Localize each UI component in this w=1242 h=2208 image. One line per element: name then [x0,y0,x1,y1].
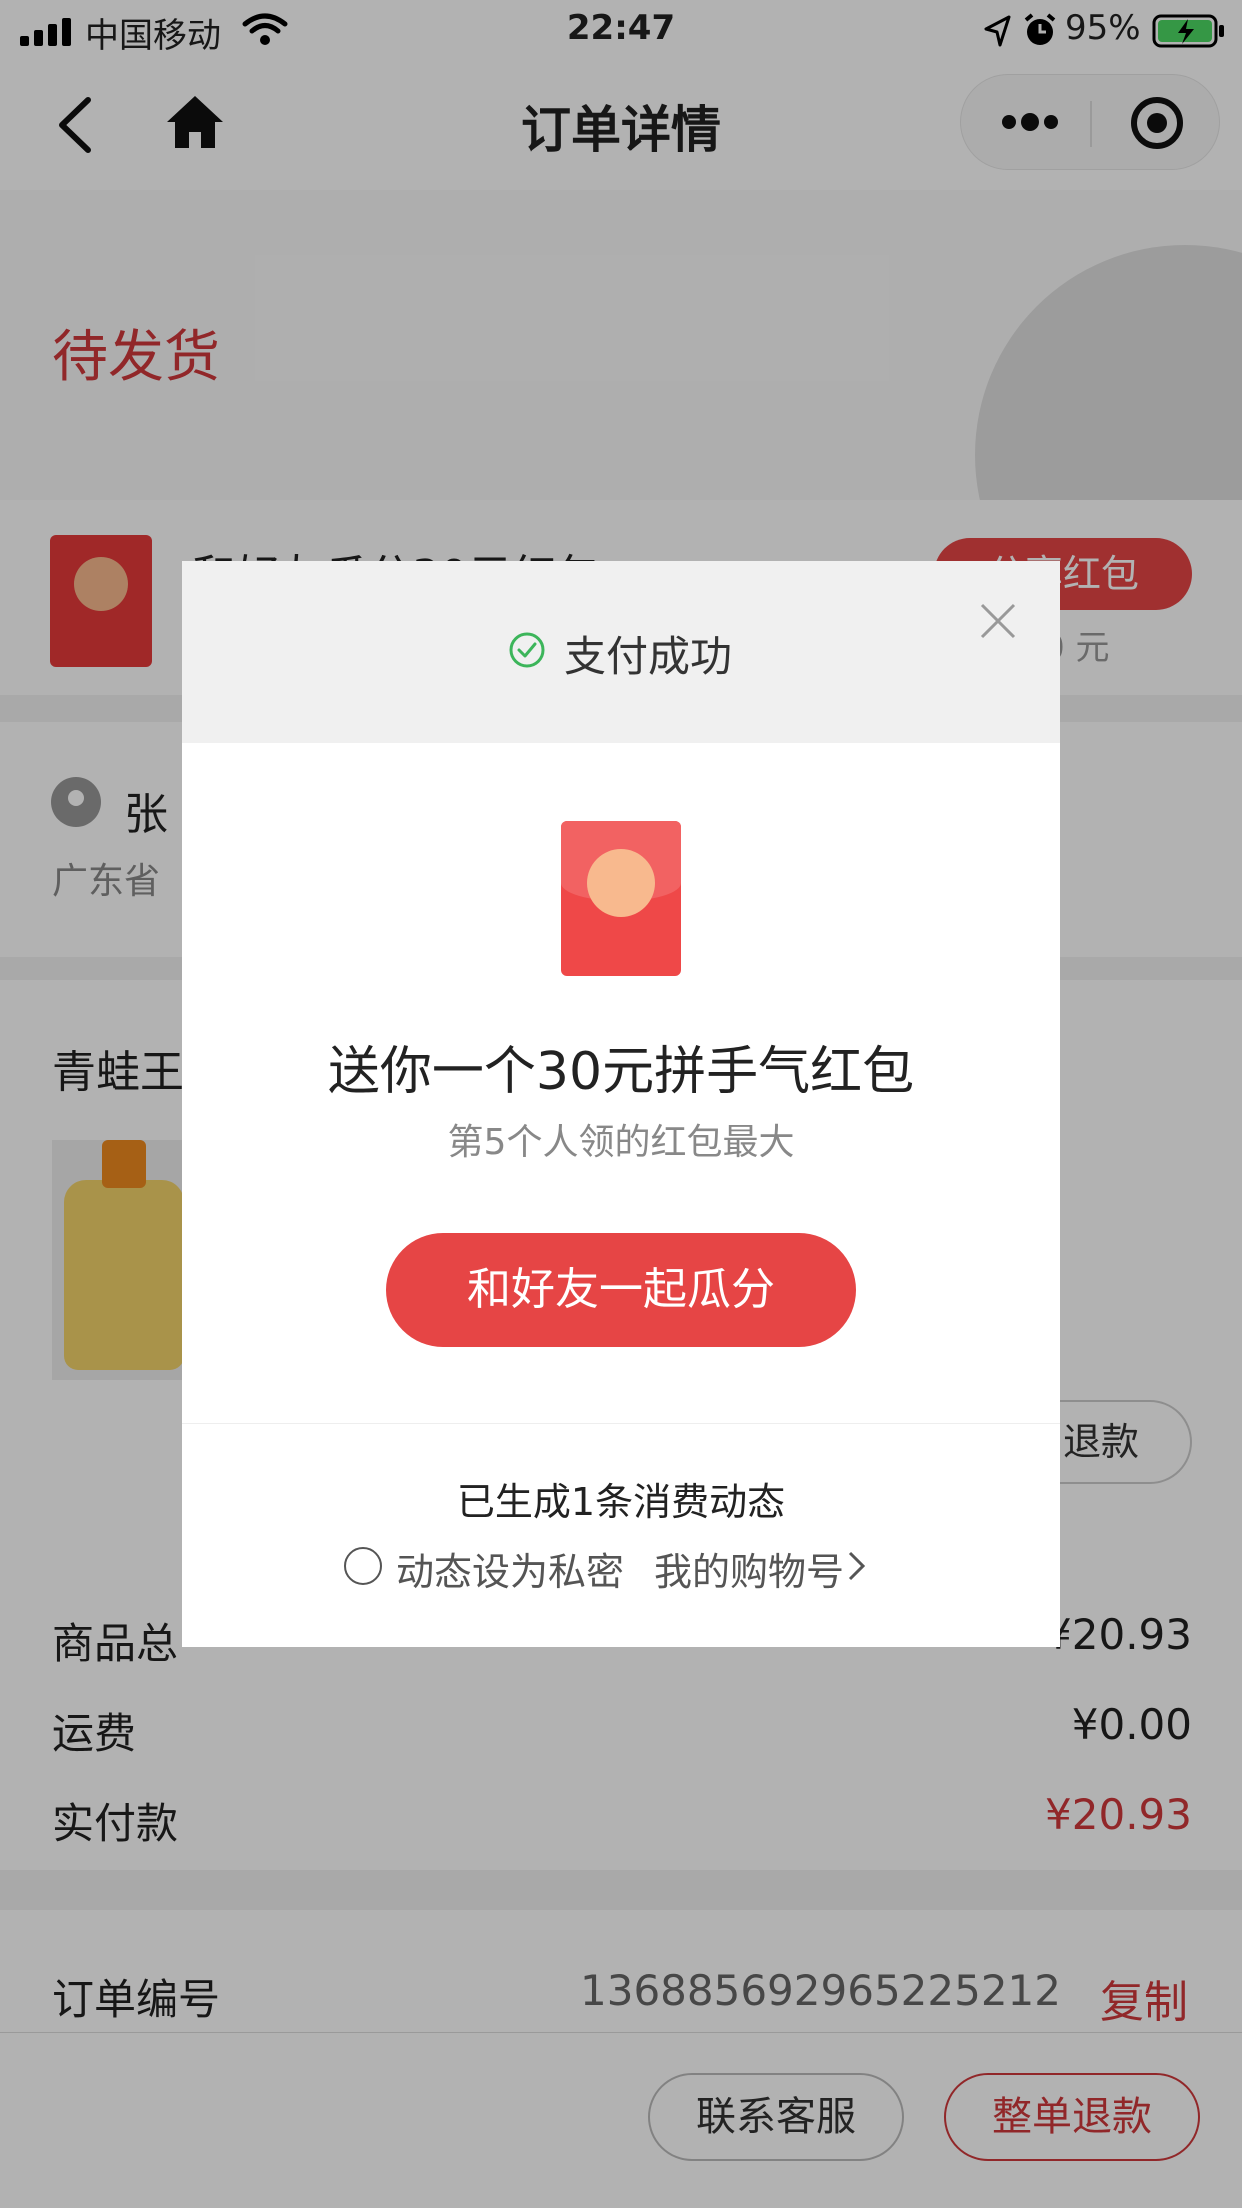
dialog-divider [182,1423,1060,1424]
dialog-headline: 送你一个30元拼手气红包 [327,1042,915,1102]
set-private-label[interactable]: 动态设为私密 [396,1541,624,1596]
feed-options-row: 动态设为私密 我的购物号 [344,1541,904,1594]
private-radio[interactable] [344,1547,382,1585]
success-check-icon [509,632,545,668]
dialog-header: 支付成功 [182,561,1060,743]
chevron-right-icon[interactable] [846,1549,868,1583]
close-icon[interactable] [978,601,1018,641]
red-packet-icon [561,821,681,976]
my-shopping-account-link[interactable]: 我的购物号 [654,1541,844,1596]
payment-success-dialog: 支付成功 送你一个30元拼手气红包 第5个人领的红包最大 和好友一起瓜分 已生成… [182,561,1060,1647]
dialog-title: 支付成功 [564,632,733,681]
dialog-subtitle: 第5个人领的红包最大 [447,1122,795,1163]
feed-generated-text: 已生成1条消费动态 [456,1480,786,1524]
split-with-friends-button[interactable]: 和好友一起瓜分 [386,1233,856,1347]
